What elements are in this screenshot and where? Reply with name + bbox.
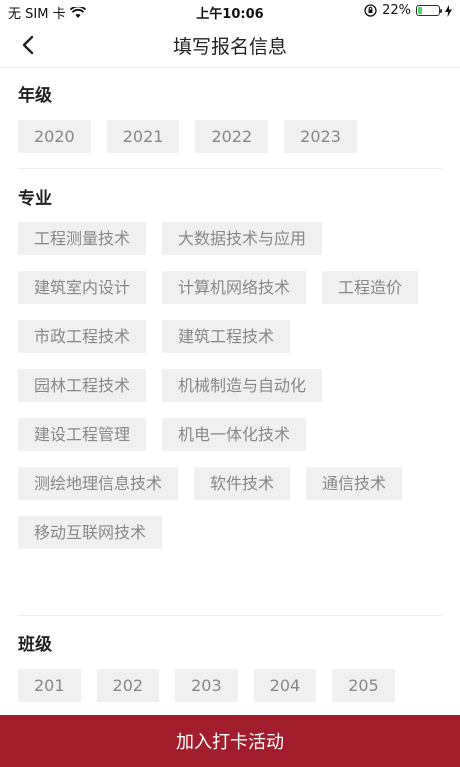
class-options: 201 202 203 204 205 xyxy=(0,669,460,718)
major-option[interactable]: 计算机网络技术 xyxy=(162,271,307,304)
class-option[interactable]: 203 xyxy=(175,669,238,702)
class-section: 班级 201 202 203 204 205 xyxy=(0,630,460,718)
major-title: 专业 xyxy=(18,189,52,209)
grade-section: 年级 2020 2021 2022 2023 xyxy=(0,81,460,169)
major-option[interactable]: 建设工程管理 xyxy=(18,418,147,451)
join-checkin-label: 加入打卡活动 xyxy=(176,732,284,753)
major-option[interactable]: 大数据技术与应用 xyxy=(162,222,323,255)
divider xyxy=(0,615,460,616)
class-option[interactable]: 202 xyxy=(96,669,160,702)
major-section: 专业 工程测量技术 大数据技术与应用 建筑室内设计 计算机网络技术 工程造价市政工程技术… xyxy=(0,184,460,565)
join-checkin-button[interactable]: 加入打卡活动 xyxy=(0,715,460,767)
charging-icon xyxy=(445,4,452,17)
major-option[interactable]: 测绘地理信息技术 xyxy=(18,467,179,500)
major-option[interactable]: 建筑工程技术 xyxy=(162,320,291,353)
divider xyxy=(0,168,460,169)
class-option[interactable]: 205 xyxy=(332,669,395,702)
grade-option[interactable]: 2021 xyxy=(106,120,180,153)
major-option[interactable]: 市政工程技术 xyxy=(18,320,147,353)
grade-option[interactable]: 2023 xyxy=(284,120,357,153)
class-title: 班级 xyxy=(18,635,52,655)
grade-option[interactable]: 2020 xyxy=(18,120,91,153)
major-option[interactable]: 软件技术 xyxy=(194,467,291,500)
class-option[interactable]: 201 xyxy=(18,669,81,702)
grade-title: 年级 xyxy=(18,86,52,106)
major-option[interactable]: 工程造价 xyxy=(322,271,419,304)
nav-bar: 填写报名信息 xyxy=(0,22,460,68)
major-option[interactable]: 通信技术 xyxy=(306,467,403,500)
major-option[interactable]: 工程测量技术 xyxy=(18,222,147,255)
major-options: 工程测量技术 大数据技术与应用 建筑室内设计 计算机网络技术 工程造价市政工程技术 建筑工… xyxy=(0,222,460,565)
status-bar: 无 SIM 卡 上午10:06 22% xyxy=(0,0,460,22)
grade-option[interactable]: 2022 xyxy=(195,120,269,153)
battery-icon xyxy=(416,5,442,16)
battery-percent: 22% xyxy=(382,3,411,18)
major-option[interactable]: 园林工程技术 xyxy=(18,369,147,402)
major-option[interactable]: 机电一体化技术 xyxy=(162,418,307,451)
grade-options: 2020 2021 2022 2023 xyxy=(0,120,460,169)
major-option[interactable]: 建筑室内设计 xyxy=(18,271,147,304)
major-option[interactable]: 移动互联网技术 xyxy=(18,516,163,549)
status-right: 22% xyxy=(364,3,452,18)
major-option[interactable]: 机械制造与自动化 xyxy=(162,369,323,402)
battery-fill xyxy=(418,7,422,14)
rotation-lock-icon xyxy=(364,4,377,17)
class-option[interactable]: 204 xyxy=(253,669,317,702)
page-title: 填写报名信息 xyxy=(172,36,287,58)
